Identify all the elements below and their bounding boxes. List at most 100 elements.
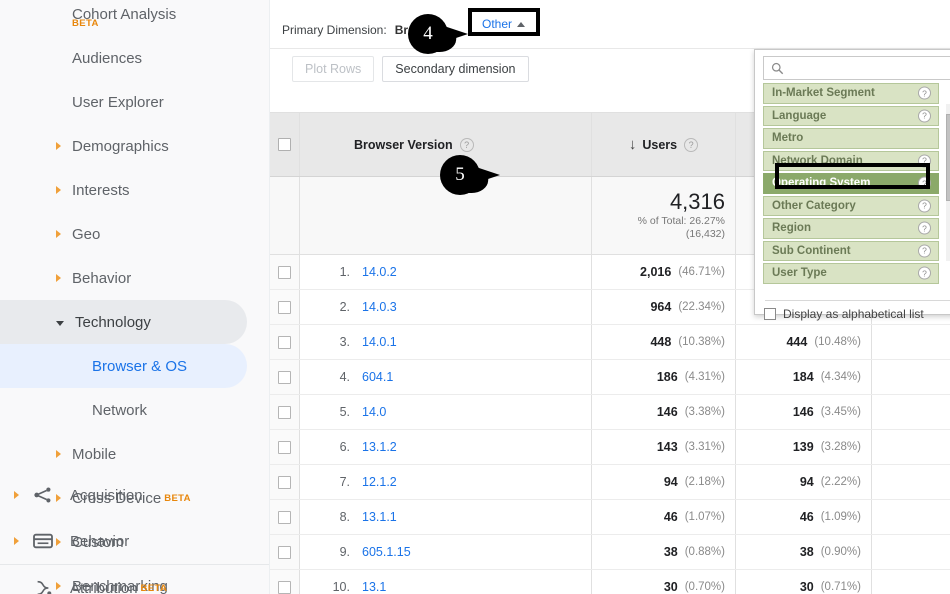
help-icon[interactable]: ? (918, 222, 931, 235)
sidebar-item-interests[interactable]: Interests (0, 168, 269, 212)
sidebar-item-geo[interactable]: Geo (0, 212, 269, 256)
help-icon[interactable]: ? (918, 87, 931, 100)
dropdown-scrollbar-thumb[interactable] (946, 114, 950, 201)
help-icon[interactable]: ? (918, 109, 931, 122)
help-icon[interactable]: ? (684, 138, 698, 152)
row-dimension-link[interactable]: 13.1 (362, 580, 386, 594)
row-dimension-link[interactable]: 14.0 (362, 405, 386, 419)
row-select-cell[interactable] (270, 535, 300, 569)
row-new-users-percent: (0.71%) (821, 581, 861, 593)
dimension-option-user-type[interactable]: User Type? (763, 263, 939, 284)
help-icon[interactable]: ? (918, 267, 931, 280)
row-select-cell[interactable] (270, 430, 300, 464)
row-dimension-link[interactable]: 605.1.15 (362, 545, 411, 559)
dimension-option-operating-system[interactable]: Operating System? (763, 173, 939, 194)
sidebar-item-user-explorer[interactable]: User Explorer (0, 80, 269, 124)
row-dimension-link[interactable]: 14.0.3 (362, 300, 397, 314)
row-checkbox[interactable] (278, 581, 291, 594)
row-users-value: 146 (657, 405, 678, 419)
sidebar-item-label: Audiences (72, 50, 142, 67)
sidebar-item-audiences[interactable]: Audiences (0, 36, 269, 80)
sidebar-item-acquisition[interactable]: Acquisition (0, 472, 269, 518)
dimension-option-region[interactable]: Region? (763, 218, 939, 239)
column-header-users[interactable]: ↓ Users ? (592, 113, 736, 176)
row-checkbox[interactable] (278, 476, 291, 489)
row-checkbox[interactable] (278, 546, 291, 559)
sidebar-item-label: Behavior (72, 270, 131, 287)
dimension-option-language[interactable]: Language? (763, 106, 939, 127)
table-row[interactable]: 7.12.1.294(2.18%)94(2.22%)114 (270, 465, 950, 500)
table-row[interactable]: 5.14.0146(3.38%)146(3.45%)174 (270, 395, 950, 430)
row-select-cell[interactable] (270, 290, 300, 324)
alphabetical-list-checkbox[interactable] (764, 308, 776, 320)
row-select-cell[interactable] (270, 255, 300, 289)
row-users-cell: 30(0.70%) (592, 570, 736, 594)
sidebar-item-browser-os[interactable]: Browser & OS (0, 344, 247, 388)
dimension-option-network-domain[interactable]: Network Domain? (763, 151, 939, 172)
table-row[interactable]: 8.13.1.146(1.07%)46(1.09%)62 (270, 500, 950, 535)
row-dimension-link[interactable]: 604.1 (362, 370, 393, 384)
primary-dimension-current: Browser (395, 23, 443, 37)
other-dimension-button[interactable]: Other (475, 14, 532, 34)
alphabetical-list-option[interactable]: Display as alphabetical list (764, 307, 924, 321)
dimension-dropdown-panel[interactable]: In-Market Segment?Language?MetroNetwork … (754, 49, 950, 315)
table-row[interactable]: 3.14.0.1448(10.38%)444(10.48%)507 (270, 325, 950, 360)
help-icon[interactable]: ? (918, 177, 931, 190)
row-select-cell[interactable] (270, 360, 300, 394)
dimension-option-other-category[interactable]: Other Category? (763, 196, 939, 217)
row-new-users-value: 444 (786, 335, 807, 349)
help-icon[interactable]: ? (918, 199, 931, 212)
sidebar-item-demographics[interactable]: Demographics (0, 124, 269, 168)
row-new-users-value: 146 (793, 405, 814, 419)
plot-rows-button[interactable]: Plot Rows (292, 56, 374, 82)
sidebar-item-label: Acquisition (70, 487, 143, 504)
row-dimension-link[interactable]: 13.1.1 (362, 510, 397, 524)
row-checkbox[interactable] (278, 406, 291, 419)
row-select-cell[interactable] (270, 570, 300, 594)
select-all-cell[interactable] (270, 113, 300, 176)
table-row[interactable]: 9.605.1.1538(0.88%)38(0.90%)48 (270, 535, 950, 570)
dimension-option-metro[interactable]: Metro (763, 128, 939, 149)
row-select-cell[interactable] (270, 465, 300, 499)
sidebar-item-network[interactable]: Network (0, 388, 269, 432)
row-dimension-link[interactable]: 14.0.1 (362, 335, 397, 349)
sidebar-item-cohort-analysis[interactable]: Cohort AnalysisBETA (0, 0, 269, 36)
secondary-dimension-button[interactable]: Secondary dimension (382, 56, 528, 82)
row-checkbox[interactable] (278, 301, 291, 314)
table-row[interactable]: 4.604.1186(4.31%)184(4.34%)210 (270, 360, 950, 395)
dimension-search-box[interactable] (763, 56, 950, 80)
row-new-users-cell: 46(1.09%) (736, 500, 872, 534)
sidebar-item-technology[interactable]: Technology (0, 300, 247, 344)
help-icon[interactable]: ? (460, 138, 474, 152)
dimension-option-sub-continent[interactable]: Sub Continent? (763, 241, 939, 262)
row-rank: 2. (320, 300, 350, 314)
column-header-dimension[interactable]: Browser Version ? (300, 113, 592, 176)
alphabetical-list-label: Display as alphabetical list (783, 307, 924, 321)
row-checkbox[interactable] (278, 511, 291, 524)
row-select-cell[interactable] (270, 500, 300, 534)
row-users-percent: (0.70%) (685, 581, 725, 593)
row-dimension-link[interactable]: 14.0.2 (362, 265, 397, 279)
row-select-cell[interactable] (270, 395, 300, 429)
help-icon[interactable]: ? (918, 244, 931, 257)
row-checkbox[interactable] (278, 371, 291, 384)
dimension-option-in-market-segment[interactable]: In-Market Segment? (763, 83, 939, 104)
row-select-cell[interactable] (270, 325, 300, 359)
dimension-option-label: Sub Continent (772, 245, 851, 257)
row-checkbox[interactable] (278, 441, 291, 454)
select-all-checkbox[interactable] (278, 138, 291, 151)
sidebar-item-attribution[interactable]: AttributionBETA (0, 565, 269, 594)
sidebar-item-mobile[interactable]: Mobile (0, 432, 269, 476)
row-sessions-cell: 210 (872, 360, 950, 394)
sort-down-icon[interactable]: ↓ (629, 136, 637, 153)
row-checkbox[interactable] (278, 266, 291, 279)
row-dimension-link[interactable]: 12.1.2 (362, 475, 397, 489)
table-row[interactable]: 10.13.130(0.70%)30(0.71%)39 (270, 570, 950, 594)
sidebar-item-behavior[interactable]: Behavior (0, 518, 269, 564)
totals-users-abs: (16,432) (686, 228, 725, 241)
sidebar-item-behavior[interactable]: Behavior (0, 256, 269, 300)
help-icon[interactable]: ? (918, 154, 931, 167)
table-row[interactable]: 6.13.1.2143(3.31%)139(3.28%)178 (270, 430, 950, 465)
row-dimension-link[interactable]: 13.1.2 (362, 440, 397, 454)
row-checkbox[interactable] (278, 336, 291, 349)
